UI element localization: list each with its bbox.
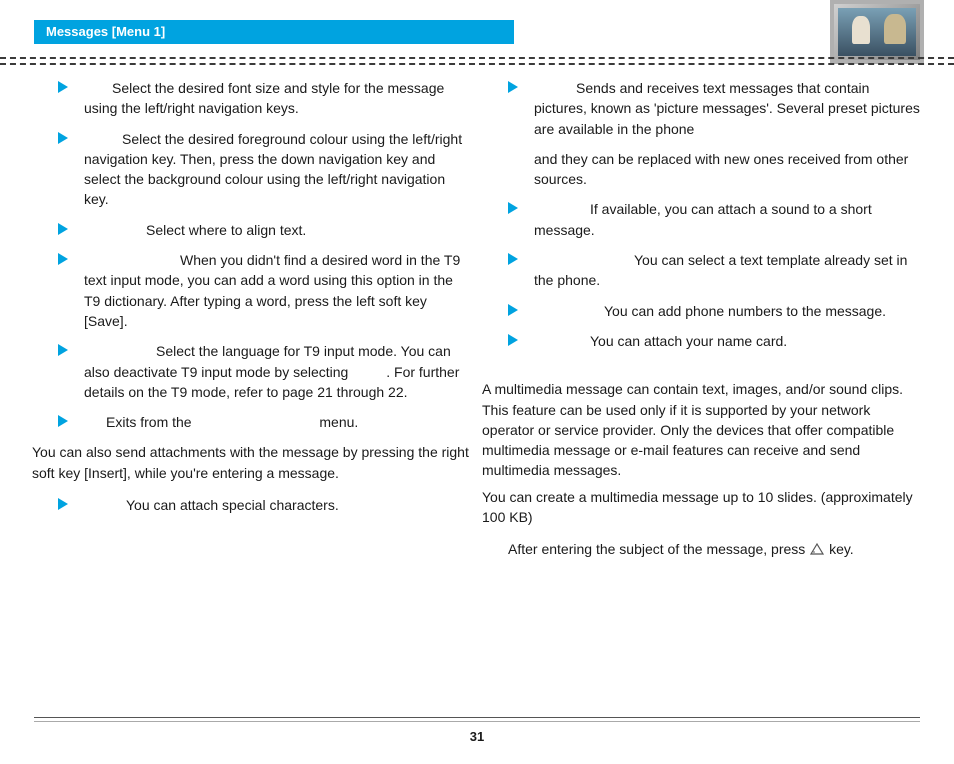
- page-number: 31: [0, 729, 954, 744]
- bullet-template: You can select a text template already s…: [508, 250, 920, 291]
- bullet-picture: Sends and receives text messages that co…: [508, 78, 920, 139]
- bullet-align: Select where to align text.: [58, 220, 470, 240]
- divider-dashed-top: [0, 57, 954, 59]
- bullet-namecard: You can attach your name card.: [508, 331, 920, 351]
- triangle-icon: [58, 253, 68, 265]
- triangle-icon: [508, 304, 518, 316]
- bullet-text: You can attach your name card.: [590, 333, 787, 349]
- bullet-text-b: menu.: [319, 414, 358, 430]
- bullet-text: Sends and receives text messages that co…: [534, 80, 920, 137]
- bullet-text-a: Exits from the: [106, 414, 192, 430]
- bullet-text: You can attach special characters.: [126, 497, 339, 513]
- triangle-icon: [58, 223, 68, 235]
- triangle-icon: [508, 81, 518, 93]
- bullet-picture-cont: and they can be replaced with new ones r…: [508, 149, 920, 190]
- content-columns: Select the desired font size and style f…: [58, 78, 920, 704]
- paragraph-text-b: key.: [829, 541, 854, 557]
- bullet-text: and they can be replaced with new ones r…: [534, 151, 908, 187]
- paragraph-text: A multimedia message can contain text, i…: [482, 381, 903, 478]
- triangle-icon: [58, 81, 68, 93]
- triangle-icon: [58, 344, 68, 356]
- divider-dashed-bottom: [0, 63, 954, 65]
- paragraph-text-a: After entering the subject of the messag…: [508, 541, 805, 557]
- bullet-number: You can add phone numbers to the message…: [508, 301, 920, 321]
- triangle-icon: [508, 202, 518, 214]
- paragraph-mms-slides: You can create a multimedia message up t…: [482, 487, 920, 528]
- paragraph-press-key: After entering the subject of the messag…: [508, 539, 920, 559]
- bullet-text: Select where to align text.: [146, 222, 306, 238]
- triangle-icon: [58, 498, 68, 510]
- paragraph-insert: You can also send attachments with the m…: [32, 442, 470, 483]
- bullet-t9-lang: Select the language for T9 input mode. Y…: [58, 341, 470, 402]
- footer-rule: [34, 717, 920, 722]
- ok-key-icon: [809, 541, 825, 555]
- bullet-text: You can add phone numbers to the message…: [604, 303, 886, 319]
- triangle-icon: [508, 334, 518, 346]
- bullet-font: Select the desired font size and style f…: [58, 78, 470, 119]
- bullet-text: When you didn't find a desired word in t…: [84, 252, 460, 329]
- bullet-text: Select the desired foreground colour usi…: [84, 131, 462, 208]
- corner-illustration: [830, 0, 924, 64]
- bullet-t9-add: When you didn't find a desired word in t…: [58, 250, 470, 331]
- bullet-text: If available, you can attach a sound to …: [534, 201, 872, 237]
- bullet-exit: Exits from the menu.: [58, 412, 470, 432]
- bullet-text: Select the desired font size and style f…: [84, 80, 444, 116]
- paragraph-mms-intro: A multimedia message can contain text, i…: [482, 379, 920, 480]
- triangle-icon: [508, 253, 518, 265]
- triangle-icon: [58, 132, 68, 144]
- paragraph-text: You can create a multimedia message up t…: [482, 489, 913, 525]
- bullet-sound: If available, you can attach a sound to …: [508, 199, 920, 240]
- bullet-symbol: You can attach special characters.: [58, 495, 470, 515]
- paragraph-text: You can also send attachments with the m…: [32, 444, 469, 480]
- bullet-colour: Select the desired foreground colour usi…: [58, 129, 470, 210]
- bullet-text: You can select a text template already s…: [534, 252, 907, 288]
- section-header: Messages [Menu 1]: [34, 20, 514, 44]
- triangle-icon: [58, 415, 68, 427]
